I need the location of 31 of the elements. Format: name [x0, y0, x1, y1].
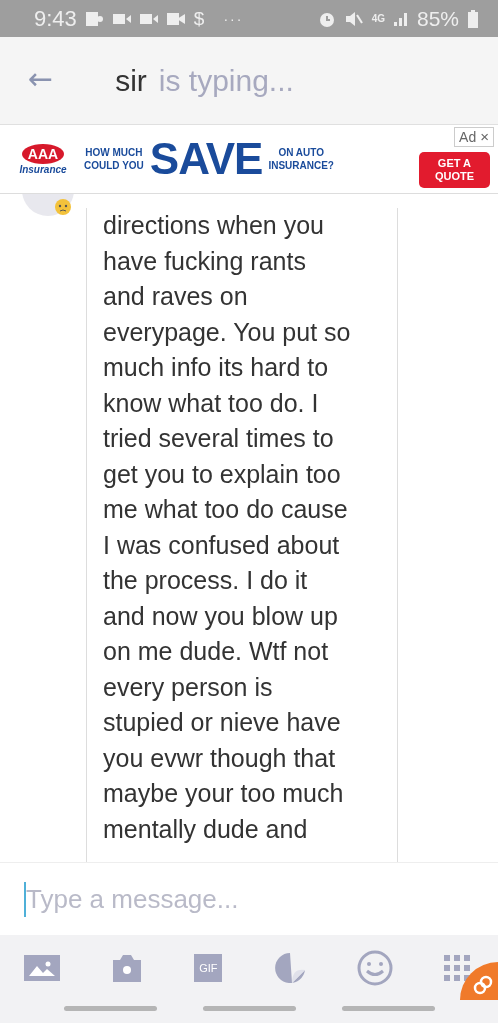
- typing-status: is typing...: [158, 63, 294, 98]
- floating-button[interactable]: [460, 962, 498, 1000]
- emoji-icon[interactable]: [356, 949, 393, 986]
- close-button[interactable]: ×: [480, 128, 489, 146]
- ad-text: ON AUTO INSURANCE?: [268, 146, 334, 172]
- sticker-icon[interactable]: [273, 951, 306, 984]
- network-label: 4G: [371, 13, 385, 24]
- dollar-icon: $: [193, 7, 205, 30]
- status-time: 9:43: [34, 5, 77, 32]
- nav-handle[interactable]: [341, 1006, 435, 1011]
- ad-text: HOW MUCH COULD YOU: [84, 146, 144, 172]
- quote-button[interactable]: GET A QUOTE: [418, 151, 490, 188]
- emoji-icon: [54, 198, 72, 216]
- more-icon: ···: [223, 10, 244, 27]
- image-icon[interactable]: [24, 954, 60, 981]
- mute-icon: [344, 10, 363, 27]
- video-icon: [139, 12, 158, 25]
- contact-name: sir: [115, 63, 147, 98]
- gif-button[interactable]: GIF: [194, 953, 223, 982]
- signal-icon: [393, 11, 408, 26]
- ad-label: Ad: [459, 128, 477, 146]
- nav-handle[interactable]: [202, 1006, 296, 1011]
- grid-icon[interactable]: [443, 954, 470, 981]
- nav-handle[interactable]: [63, 1006, 157, 1011]
- message-text: directions when you have fucking rants and raves on everypage. You put so much info its hard to know what too do. I tried several times to get you to explain too me what too do cause I was confused about the process. I do it and now you blow up on me dude. Wtf not every person is stupied or nieve have you evwr though that maybe your too much mentally dude and: [103, 210, 352, 845]
- battery-level: 85%: [416, 6, 459, 31]
- video-icon: [112, 12, 131, 25]
- battery-icon: [468, 9, 478, 28]
- ad-headline: SAVE: [149, 134, 263, 184]
- camera-icon[interactable]: [111, 953, 144, 982]
- back-button[interactable]: ←: [0, 61, 74, 100]
